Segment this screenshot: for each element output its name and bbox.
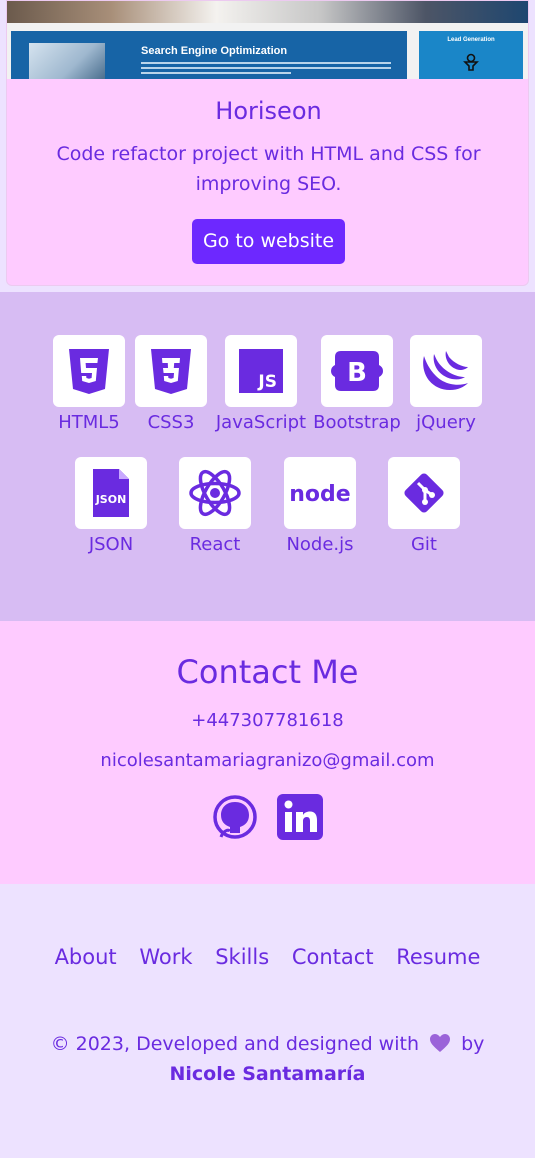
nav-link-resume[interactable]: Resume [396,945,480,969]
html5-icon [69,349,109,394]
skill-label: jQuery [416,412,476,433]
git-icon [404,473,444,513]
github-icon[interactable] [211,793,259,841]
nodejs-icon: node [289,482,350,507]
project-description: Code refactor project with HTML and CSS … [56,143,481,195]
author-name: Nicole Santamaría [169,1063,366,1085]
svg-text:node: node [289,482,350,507]
contact-phone[interactable]: +447307781618 [0,710,535,731]
screenshot-banner [7,1,528,23]
screenshot-lead-title: Lead Generation [447,37,495,43]
go-to-website-button[interactable]: Go to website [192,219,345,264]
nav-link-work[interactable]: Work [139,945,192,969]
skill-label: JavaScript [215,412,307,433]
nav-link-skills[interactable]: Skills [215,945,269,969]
skill-nodejs: node Node.js [265,457,375,555]
skill-json: JSON JSON [56,457,166,555]
contact-section: Contact Me +447307781618 nicolesantamari… [0,621,535,884]
screenshot-text-line [141,62,391,64]
javascript-icon: JS [239,349,283,393]
lead-generation-icon [463,53,479,71]
screenshot-seo-image [29,43,105,79]
bootstrap-icon: B [331,351,383,391]
footer-nav: About Work Skills Contact Resume [0,945,535,969]
nav-link-contact[interactable]: Contact [292,945,374,969]
skill-react: React [160,457,270,555]
copyright: © 2023, Developed and designed with by N… [20,1029,515,1089]
project-title: Horiseon [215,97,322,125]
copyright-text: © 2023, Developed and designed with [50,1033,419,1055]
skill-label: React [189,534,241,555]
react-icon [189,469,241,517]
project-section: Search Engine Optimization Lead Generati… [0,0,535,292]
nav-link-about[interactable]: About [55,945,117,969]
screenshot-text-line [141,67,391,69]
skill-git: Git [369,457,479,555]
skill-javascript: JS JavaScript [206,335,316,433]
screenshot-seo-title: Search Engine Optimization [141,45,288,57]
svg-text:B: B [347,358,367,388]
svg-text:JS: JS [257,372,277,392]
skill-label: Git [410,534,437,555]
linkedin-icon[interactable] [276,793,324,841]
copyright-by: by [461,1033,485,1055]
screenshot-lead-panel: Lead Generation [419,31,523,79]
skill-label: JSON [88,534,134,555]
project-screenshot: Search Engine Optimization Lead Generati… [7,1,528,79]
skill-label: Node.js [286,534,354,555]
json-icon: JSON [93,469,129,517]
skills-section: HTML5 CSS3 JS JavaScript B Bootstrap jQu… [0,292,535,621]
purple-heart-icon [430,1034,451,1052]
contact-email[interactable]: nicolesantamariagranizo@gmail.com [0,750,535,771]
svg-text:JSON: JSON [95,493,127,506]
footer: About Work Skills Contact Resume © 2023,… [0,884,535,1158]
jquery-icon [423,351,468,390]
skill-jquery: jQuery [391,335,501,433]
css3-icon [151,349,191,394]
screenshot-seo-panel: Search Engine Optimization [11,31,407,79]
project-card: Search Engine Optimization Lead Generati… [6,0,529,286]
contact-title: Contact Me [176,653,359,691]
screenshot-text-line [141,72,291,74]
